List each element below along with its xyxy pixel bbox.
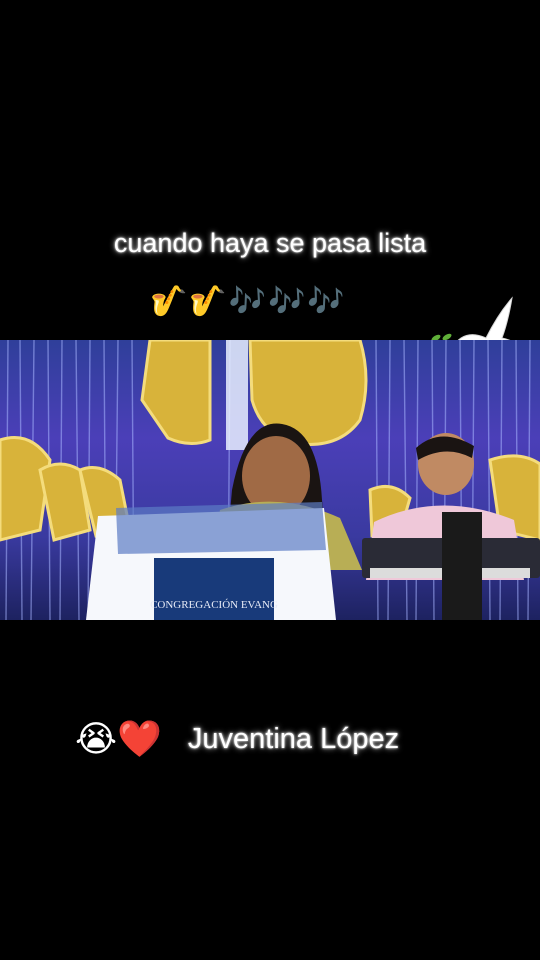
bottom-name-caption: Juventina López [187, 722, 400, 755]
emoji-row: 🎷🎷🎶🎶🎶 [150, 284, 347, 319]
bottom-caption-row: 😭❤️ Juventina López [75, 712, 399, 766]
church-stage-photo: CONGREGACIÓN EVANG [0, 340, 540, 620]
bottom-emoji: 😭❤️ [75, 719, 162, 760]
podium-text: CONGREGACIÓN EVANG [150, 599, 278, 611]
video-frame: CONGREGACIÓN EVANG [0, 340, 540, 620]
caption-top: cuando haya se pasa lista [113, 228, 427, 258]
